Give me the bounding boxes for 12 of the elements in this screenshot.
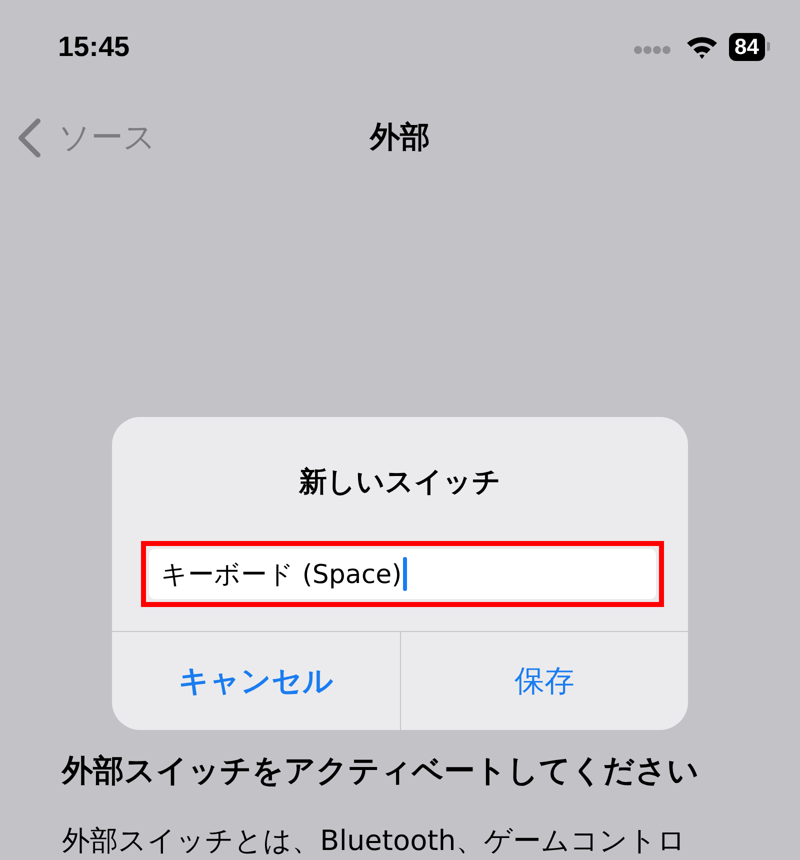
back-button[interactable]: ソース	[16, 116, 156, 160]
dialog-title: 新しいスイッチ	[298, 464, 502, 500]
status-time: 15:45	[58, 30, 130, 63]
body-text: 外部スイッチとは、Bluetooth、ゲームコントロ	[62, 823, 687, 859]
chevron-icon	[16, 118, 42, 158]
signal-icon	[632, 44, 671, 55]
dialog-button[interactable]: 保存	[400, 632, 688, 730]
section-heading: 外部スイッチをアクティベートしてください	[62, 752, 700, 791]
input-field[interactable]: キーボード (Space)	[149, 549, 656, 599]
nav-title: 外部	[370, 119, 430, 158]
dialog-button[interactable]: キャンセル	[112, 632, 400, 730]
battery-level: 84	[728, 32, 765, 61]
